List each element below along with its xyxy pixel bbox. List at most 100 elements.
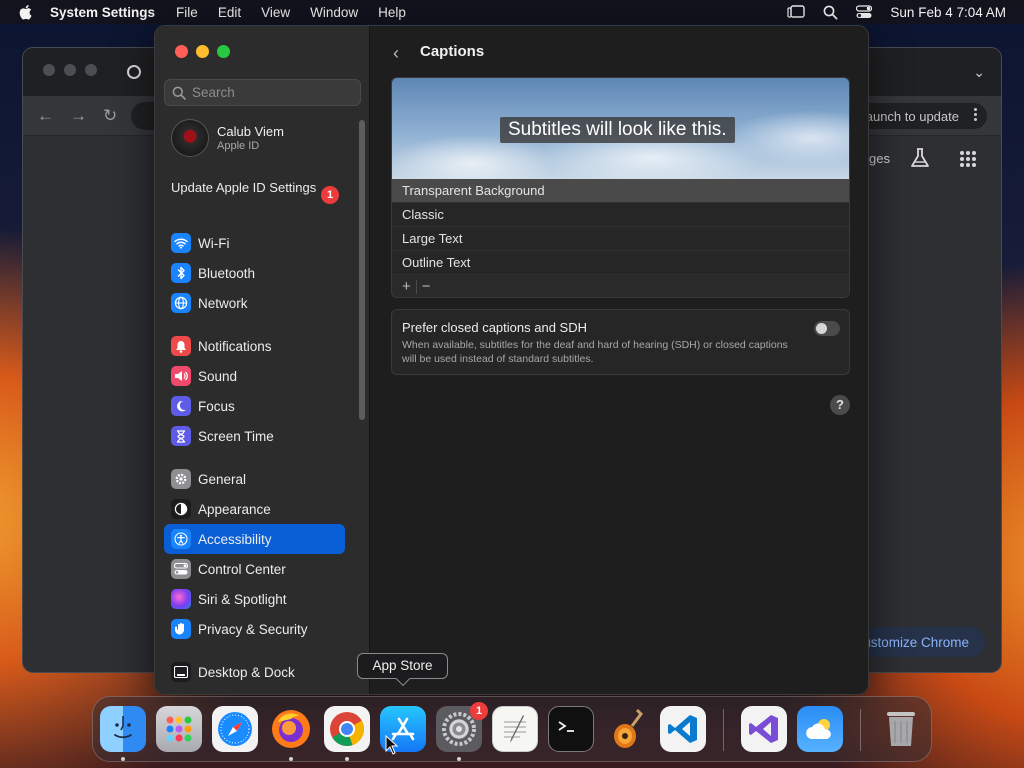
customize-chrome-button[interactable]: Customize Chrome	[851, 627, 985, 657]
dock-tooltip: App Store	[357, 653, 448, 679]
sidebar-item-network[interactable]: Network	[164, 288, 345, 318]
sidebar-item-label: Accessibility	[198, 531, 272, 547]
sidebar-item-sound[interactable]: Sound	[164, 361, 345, 391]
caption-styles-list: Subtitles will look like this. Transpare…	[391, 77, 850, 298]
control-center-icon[interactable]	[856, 5, 873, 19]
search-icon	[172, 86, 186, 100]
sidebar-item-screen-time[interactable]: Screen Time	[164, 421, 345, 451]
update-apple-id-settings[interactable]: Update Apple ID Settings	[171, 180, 343, 196]
more-vertical-icon[interactable]	[974, 108, 977, 123]
captions-pane: ‹ Captions Subtitles will look like this…	[371, 26, 868, 694]
close-window-button[interactable]	[175, 45, 188, 58]
apple-id-account[interactable]: Calub Viem Apple ID	[171, 119, 284, 157]
dock-weather-icon[interactable]	[797, 706, 843, 752]
sidebar-item-appearance[interactable]: Appearance	[164, 494, 345, 524]
flask-icon[interactable]	[909, 147, 931, 169]
sidebar-item-notifications[interactable]: Notifications	[164, 331, 345, 361]
zoom-window-button[interactable]	[217, 45, 230, 58]
chrome-traffic-lights[interactable]	[43, 64, 97, 76]
sidebar-item-label: Control Center	[198, 561, 286, 577]
running-indicator	[345, 757, 349, 761]
sidebar-item-control-center[interactable]: Control Center	[164, 554, 345, 584]
bell-icon	[171, 336, 191, 356]
spotlight-search-icon[interactable]	[823, 5, 838, 20]
running-indicator	[457, 757, 461, 761]
sidebar-item-bluetooth[interactable]: Bluetooth	[164, 258, 345, 288]
sidebar-item-privacy-security[interactable]: Privacy & Security	[164, 614, 345, 644]
dock-launchpad-icon[interactable]	[156, 706, 202, 752]
system-settings-badge: 1	[470, 702, 488, 720]
add-style-button[interactable]: +	[397, 278, 416, 295]
apps-grid-icon[interactable]	[960, 151, 976, 167]
hourglass-icon	[171, 426, 191, 446]
sidebar-item-label: Bluetooth	[198, 265, 256, 281]
accessibility-icon	[171, 529, 191, 549]
caption-style-large-text[interactable]: Large Text	[392, 227, 849, 251]
chrome-partial-label[interactable]: ges	[869, 151, 890, 166]
sidebar-item-label: Focus	[198, 398, 235, 414]
account-subtitle: Apple ID	[217, 140, 260, 152]
dock-trash-icon[interactable]	[878, 706, 924, 752]
dock-terminal-icon[interactable]	[548, 706, 594, 752]
menu-window[interactable]: Window	[310, 5, 358, 20]
caption-style-classic[interactable]: Classic	[392, 203, 849, 227]
chrome-tab-favicon-icon[interactable]	[127, 65, 141, 79]
dock-firefox-icon[interactable]	[268, 706, 314, 752]
sidebar-item-general[interactable]: General	[164, 464, 345, 494]
caption-style-transparent-background[interactable]: Transparent Background	[392, 179, 849, 203]
dock-garageband-icon[interactable]	[604, 706, 650, 752]
globe-icon	[171, 293, 191, 313]
dock-textedit-icon[interactable]	[492, 706, 538, 752]
back-chevron-icon[interactable]: ‹	[393, 43, 399, 64]
caption-style-outline-text[interactable]: Outline Text	[392, 251, 849, 275]
dock: 1	[92, 696, 932, 762]
sidebar-search[interactable]	[164, 79, 361, 106]
sdh-toggle[interactable]	[814, 321, 840, 336]
menu-app-name[interactable]: System Settings	[50, 5, 155, 20]
sidebar-item-desktop-dock[interactable]: Desktop & Dock	[164, 657, 345, 687]
stage-manager-icon[interactable]	[787, 5, 806, 19]
sidebar-item-label: Wi-Fi	[198, 235, 230, 251]
menu-bar: System Settings File Edit View Window He…	[0, 0, 1024, 24]
sdh-setting: Prefer closed captions and SDH When avai…	[391, 309, 850, 375]
sidebar-item-focus[interactable]: Focus	[164, 391, 345, 421]
sidebar-item-accessibility[interactable]: Accessibility	[164, 524, 345, 554]
remove-style-button[interactable]: −	[417, 278, 436, 295]
dock-chrome-icon[interactable]	[324, 706, 370, 752]
menu-file[interactable]: File	[176, 5, 198, 20]
dock-icon	[171, 662, 191, 682]
minimize-window-button[interactable]	[196, 45, 209, 58]
window-controls	[175, 45, 230, 58]
sidebar-item-label: Siri & Spotlight	[198, 591, 287, 607]
forward-arrow-icon[interactable]: →	[70, 106, 87, 126]
sdh-description: When available, subtitles for the deaf a…	[402, 339, 788, 365]
dock-safari-icon[interactable]	[212, 706, 258, 752]
back-arrow-icon[interactable]: ←	[37, 106, 54, 126]
menu-edit[interactable]: Edit	[218, 5, 241, 20]
siri-icon	[171, 589, 191, 609]
chevron-down-icon[interactable]: ⌄	[973, 64, 985, 81]
reload-icon[interactable]: ↻	[103, 106, 117, 126]
help-button[interactable]: ?	[830, 395, 850, 415]
moon-icon	[171, 396, 191, 416]
sidebar-item-label: General	[198, 471, 247, 487]
sidebar-item-label: Appearance	[198, 501, 271, 517]
sidebar-item-wifi[interactable]: Wi-Fi	[164, 228, 345, 258]
sidebar-scrollbar[interactable]	[359, 120, 365, 420]
mouse-cursor-icon	[385, 735, 399, 755]
menu-view[interactable]: View	[261, 5, 290, 20]
sidebar-item-siri-spotlight[interactable]: Siri & Spotlight	[164, 584, 345, 614]
apple-menu-icon[interactable]	[16, 2, 36, 22]
dock-finder-icon[interactable]	[100, 706, 146, 752]
menu-help[interactable]: Help	[378, 5, 406, 20]
search-input[interactable]	[192, 85, 352, 100]
dock-vscode-icon[interactable]	[660, 706, 706, 752]
menu-clock[interactable]: Sun Feb 4 7:04 AM	[890, 5, 1006, 20]
speaker-icon	[171, 366, 191, 386]
sidebar-item-label: Screen Time	[198, 428, 274, 444]
dock-visual-studio-icon[interactable]	[741, 706, 787, 752]
settings-sidebar: Calub Viem Apple ID Update Apple ID Sett…	[155, 26, 370, 694]
gear-icon	[171, 469, 191, 489]
sidebar-item-label: Privacy & Security	[198, 621, 308, 637]
notification-badge: 1	[321, 186, 339, 204]
